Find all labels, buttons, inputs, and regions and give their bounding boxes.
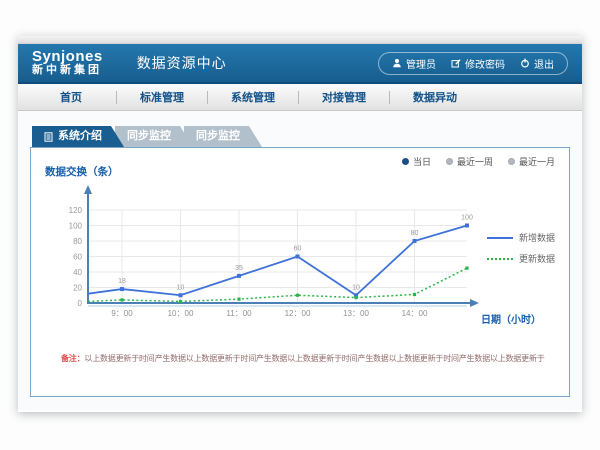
svg-text:10: 10: [352, 284, 360, 291]
app-window: Synjones 新中新集团 数据资源中心 管理员修改密码退出 首页标准管理系统…: [18, 36, 582, 412]
svg-text:0: 0: [78, 299, 83, 308]
svg-text:60: 60: [73, 253, 82, 262]
legend-line-sample: [487, 237, 513, 239]
footnote-text: 以上数据更新于时间产生数据以上数据更新于时间产生数据以上数据更新于时间产生数据以…: [84, 354, 544, 363]
svg-text:10: 10: [177, 284, 185, 291]
tab-label: 系统介绍: [58, 126, 102, 147]
nav-item-2[interactable]: 系统管理: [208, 89, 298, 105]
user-icon: [392, 58, 402, 68]
user-action-0[interactable]: 管理员: [392, 56, 436, 71]
svg-text:100: 100: [461, 215, 473, 222]
tab-label: 同步监控: [127, 126, 171, 147]
svg-text:13：00: 13：00: [343, 309, 369, 318]
legend-line-sample: [487, 258, 513, 260]
svg-text:80: 80: [411, 230, 419, 237]
svg-text:40: 40: [73, 268, 82, 277]
svg-text:11：00: 11：00: [226, 309, 252, 318]
svg-text:100: 100: [69, 222, 83, 231]
user-action-label: 退出: [534, 56, 554, 71]
svg-text:9：00: 9：00: [111, 309, 133, 318]
footnote: 备注：以上数据更新于时间产生数据以上数据更新于时间产生数据以上数据更新于时间产生…: [61, 353, 545, 364]
chart-legend: 新增数据更新数据: [487, 231, 555, 265]
power-icon: [520, 58, 530, 68]
content-area: 系统介绍同步监控同步监控 当日最近一周最近一月 数据交换（条） 02040608…: [18, 111, 582, 410]
edit-icon: [451, 58, 461, 68]
legend-item-1: 更新数据: [487, 252, 555, 265]
logo-text-en: Synjones: [32, 49, 103, 65]
screenshot-canvas: Synjones 新中新集团 数据资源中心 管理员修改密码退出 首页标准管理系统…: [0, 0, 600, 450]
tab-bar: 系统介绍 同步监控 同步监控: [32, 126, 253, 147]
legend-label: 新增数据: [519, 231, 555, 244]
tab-0[interactable]: 系统介绍: [32, 126, 124, 147]
user-actions: 管理员 修改密码 退出: [378, 52, 568, 75]
document-icon: [44, 132, 53, 142]
svg-text:35: 35: [235, 265, 243, 272]
nav-item-3[interactable]: 对接管理: [299, 89, 389, 105]
footnote-label: 备注：: [61, 354, 84, 363]
tab-1[interactable]: 同步监控: [115, 126, 193, 147]
main-nav: 首页标准管理系统管理对接管理数据异动: [18, 84, 582, 111]
svg-text:14：00: 14：00: [402, 309, 428, 318]
user-action-label: 管理员: [406, 56, 436, 71]
chart-panel: 当日最近一周最近一月 数据交换（条） 0204060801001209：0010…: [30, 147, 570, 397]
svg-text:120: 120: [69, 206, 83, 215]
page-title: 数据资源中心: [121, 53, 227, 73]
nav-item-4[interactable]: 数据异动: [390, 89, 480, 105]
svg-text:12：00: 12：00: [285, 309, 311, 318]
user-action-label: 修改密码: [465, 56, 505, 71]
logo-text-cn: 新中新集团: [32, 65, 103, 77]
nav-item-1[interactable]: 标准管理: [117, 89, 207, 105]
x-axis-title: 日期（小时）: [481, 311, 541, 326]
user-action-1[interactable]: 修改密码: [451, 56, 505, 71]
tab-2[interactable]: 同步监控: [184, 126, 262, 147]
user-action-2[interactable]: 退出: [520, 56, 554, 71]
legend-item-0: 新增数据: [487, 231, 555, 244]
tab-label: 同步监控: [196, 126, 240, 147]
card-top-strip: [18, 36, 582, 44]
svg-text:18: 18: [118, 278, 126, 285]
nav-item-0[interactable]: 首页: [26, 89, 116, 105]
brand-logo[interactable]: Synjones 新中新集团: [32, 49, 103, 76]
app-header: Synjones 新中新集团 数据资源中心 管理员 修改密码 退出: [18, 44, 582, 84]
svg-text:60: 60: [294, 246, 302, 253]
svg-text:80: 80: [73, 237, 82, 246]
svg-text:10：00: 10：00: [168, 309, 194, 318]
legend-label: 更新数据: [519, 252, 555, 265]
svg-text:20: 20: [73, 284, 82, 293]
